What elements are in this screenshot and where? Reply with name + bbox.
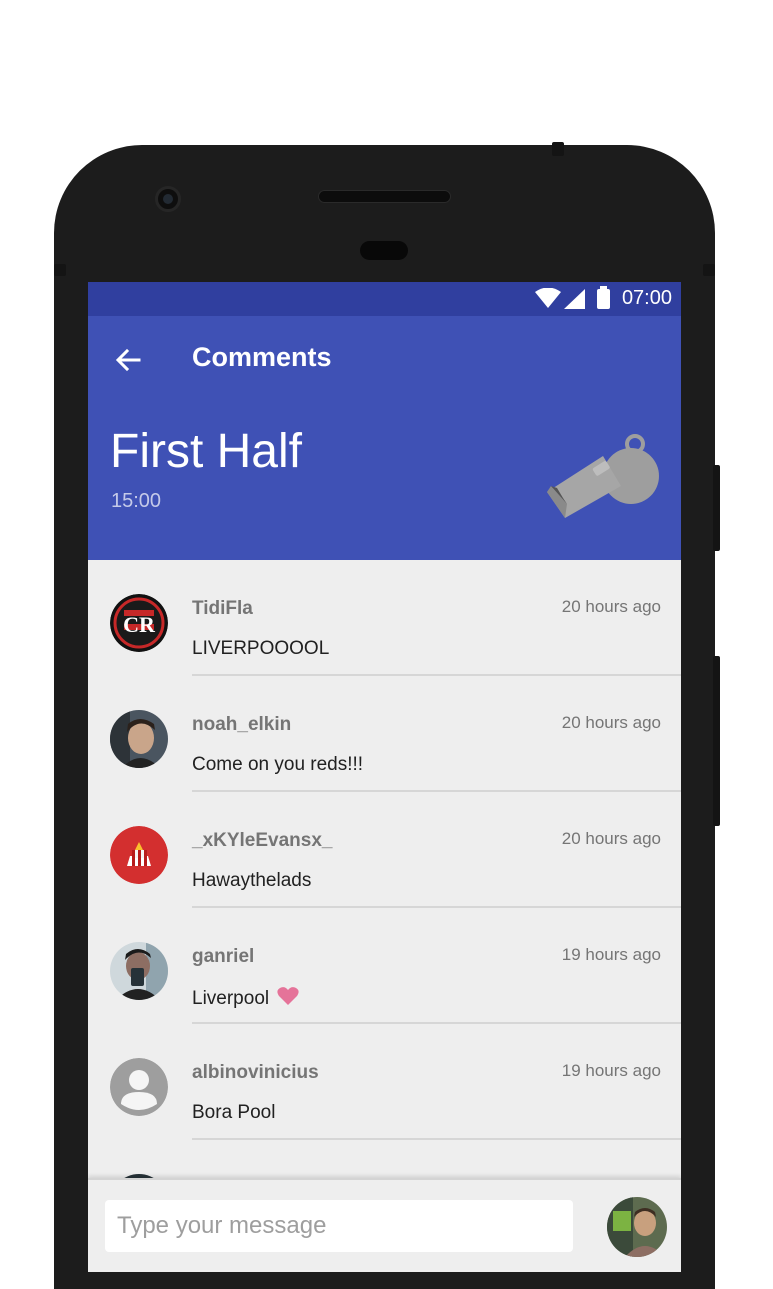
message-composer [88,1178,681,1272]
comment-username[interactable]: _xKYleEvansx_ [192,830,333,852]
comment-username[interactable]: albinovinicius [192,1062,319,1084]
left-edge-line [54,264,66,276]
power-button [713,656,720,826]
comment-text: Come on you reds!!! [192,754,364,775]
status-bar: 07:00 [88,282,681,316]
app-screen: 07:00 Comments First Half 15:00 CR TidiF… [88,282,681,1272]
comment-text-value: Liverpool [192,988,270,1009]
proximity-sensor [360,241,408,260]
avatar[interactable]: CR [110,594,168,652]
avatar[interactable] [110,826,168,884]
right-edge-line [703,264,715,276]
comment-text: Hawaythelads [192,870,312,891]
comment-timestamp: 19 hours ago [561,945,661,964]
comment-item[interactable]: albinovinicius 19 hours ago Bora Pool [88,1024,681,1140]
toolbar-title: Comments [192,342,332,372]
comment-timestamp: 19 hours ago [561,1061,661,1080]
top-notch-line [552,142,564,156]
avatar[interactable] [110,710,168,768]
status-time: 07:00 [621,287,672,309]
period-title: First Half [110,425,302,478]
comment-item[interactable]: noah_elkin 20 hours ago Come on you reds… [88,676,681,792]
comment-text: Liverpool [192,986,299,1012]
comment-item[interactable]: ganriel 19 hours ago Liverpool [88,908,681,1024]
whistle-icon [543,434,663,529]
period-time: 15:00 [111,490,162,512]
comment-text: Bora Pool [192,1102,276,1123]
signal-icon [564,289,585,314]
comment-username[interactable]: noah_elkin [192,714,291,736]
comment-username[interactable]: ganriel [192,946,254,968]
comment-timestamp: 20 hours ago [561,713,661,732]
comment-text: LIVERPOOOOL [192,638,330,659]
app-header: Comments First Half 15:00 [88,316,681,560]
arrow-left-icon [115,348,141,372]
svg-text:CR: CR [123,612,156,637]
message-input[interactable] [105,1200,573,1252]
comment-item[interactable]: CR TidiFla 20 hours ago LIVERPOOOOL [88,560,681,676]
comment-timestamp: 20 hours ago [561,597,661,616]
volume-button [713,465,720,551]
comment-item[interactable]: _xKYleEvansx_ 20 hours ago Hawaythelads [88,792,681,908]
comment-list[interactable]: CR TidiFla 20 hours ago LIVERPOOOOL noah… [88,560,681,1178]
comment-item-partial[interactable] [88,1140,681,1178]
front-camera [155,186,181,212]
battery-icon [597,286,610,309]
back-button[interactable] [106,338,150,382]
wifi-icon [535,287,561,313]
comment-username[interactable]: TidiFla [192,598,253,620]
avatar[interactable] [110,942,168,1000]
earpiece-speaker [318,190,451,203]
comment-timestamp: 20 hours ago [561,829,661,848]
heart-icon [277,986,299,1012]
avatar[interactable] [110,1058,168,1116]
current-user-avatar[interactable] [607,1197,667,1257]
